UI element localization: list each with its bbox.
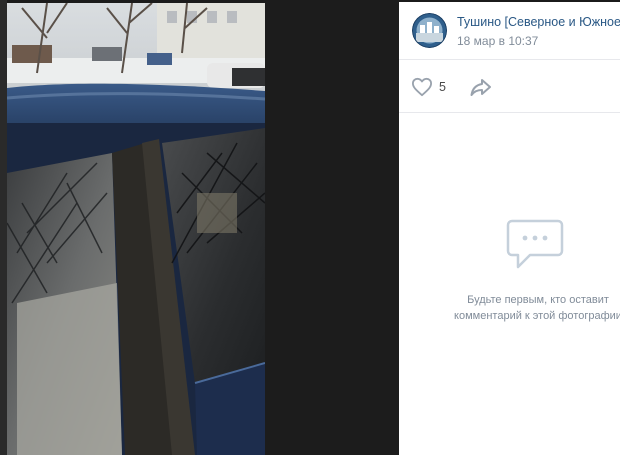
community-name-link[interactable]: Тушино [Северное и Южное] [457, 15, 620, 29]
like-count: 5 [439, 80, 446, 94]
photo-image [7, 3, 265, 455]
post-photo[interactable] [7, 3, 265, 455]
no-comments-line-2: комментарий к этой фотографии [454, 310, 620, 322]
speech-bubble-icon [506, 217, 564, 276]
share-arrow-icon [470, 79, 491, 96]
share-button[interactable] [469, 76, 493, 98]
no-comments-line-1: Будьте первым, кто оставит [467, 294, 609, 306]
header-divider [399, 59, 620, 60]
like-button[interactable]: 5 [411, 75, 446, 99]
post-date[interactable]: 18 мар в 10:37 [457, 34, 538, 48]
viewer-left-edge [0, 0, 7, 455]
actions-divider [399, 112, 620, 113]
post-info-panel: Тушино [Северное и Южное] 18 мар в 10:37… [399, 2, 620, 455]
community-avatar[interactable] [412, 13, 447, 48]
viewer-background [265, 0, 399, 455]
community-logo-icon [412, 13, 447, 48]
heart-icon [411, 77, 432, 97]
no-comments-message: Будьте первым, кто оставит комментарий к… [443, 292, 620, 324]
post-header: Тушино [Северное и Южное] 18 мар в 10:37 [399, 2, 620, 60]
